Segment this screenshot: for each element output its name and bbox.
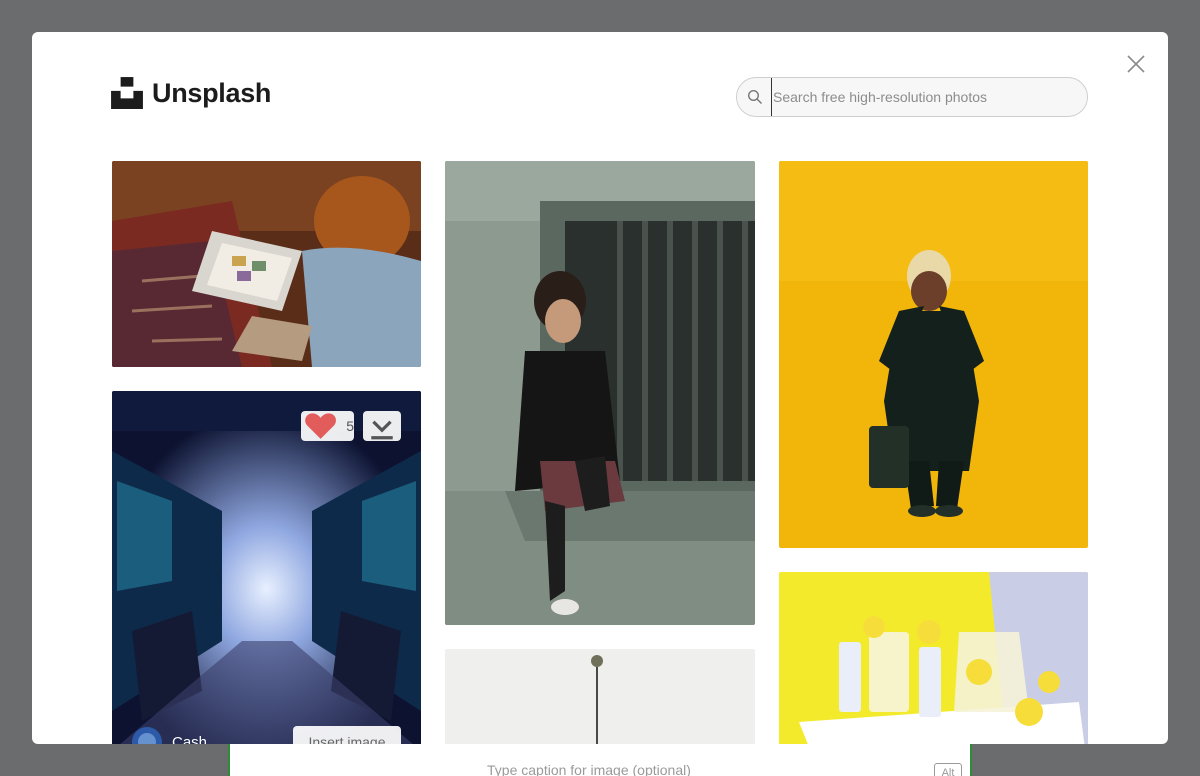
photo-lemonade-image <box>779 572 1088 744</box>
photo-author[interactable]: Cash <box>132 727 207 744</box>
download-button[interactable] <box>363 411 401 441</box>
alt-text-button[interactable]: Alt <box>934 763 962 776</box>
download-icon <box>371 420 393 440</box>
caption-input[interactable]: Type caption for image (optional) <box>487 762 691 776</box>
photo-woman-window-image <box>445 161 755 625</box>
photo-lemonade[interactable] <box>779 572 1088 744</box>
like-count: 5 <box>346 418 354 434</box>
photo-man-yellow[interactable] <box>779 161 1088 548</box>
search-input[interactable] <box>771 78 1071 116</box>
like-button[interactable]: 5 <box>301 411 354 441</box>
photo-laptop-rug[interactable] <box>112 161 421 367</box>
unsplash-modal: Unsplash Search free high-resolution pho… <box>32 32 1168 744</box>
close-button[interactable] <box>1124 52 1148 76</box>
photo-woman-window[interactable] <box>445 161 755 625</box>
avatar <box>132 727 162 744</box>
search-bar[interactable] <box>736 77 1088 117</box>
close-icon <box>1127 55 1145 73</box>
author-name: Cash <box>172 733 208 745</box>
insert-image-button[interactable]: Insert image <box>293 726 401 744</box>
search-icon <box>747 89 762 104</box>
photo-pendant-lamp-image <box>445 649 755 744</box>
photo-bus-interior[interactable]: 5 Cash Insert image <box>112 391 421 744</box>
heart-icon <box>305 413 336 439</box>
photo-laptop-rug-image <box>112 161 421 367</box>
unsplash-logo: Unsplash <box>110 75 271 111</box>
photo-man-yellow-image <box>779 161 1088 548</box>
unsplash-logo-icon <box>111 77 143 109</box>
photo-pendant-lamp[interactable] <box>445 649 755 744</box>
photo-bus-interior-image <box>112 391 421 744</box>
brand-name: Unsplash <box>152 77 272 108</box>
